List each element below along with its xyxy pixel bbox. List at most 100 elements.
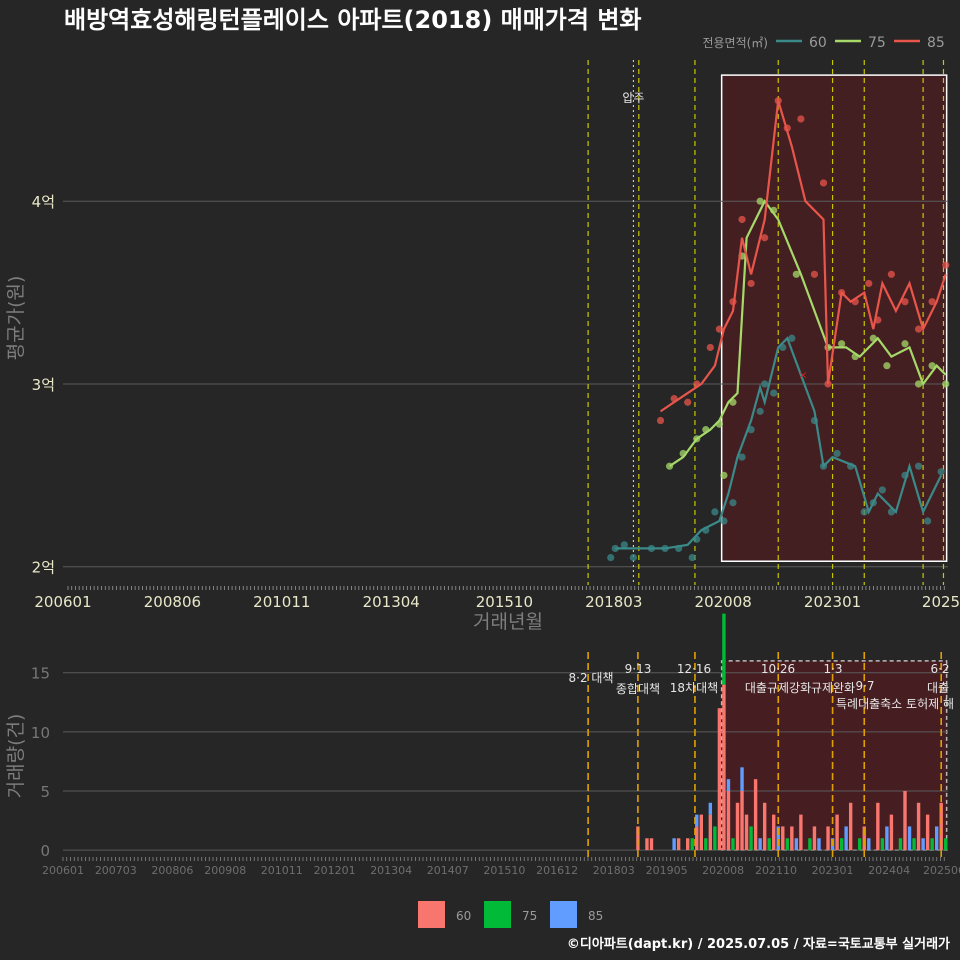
volume-y-tick-label: 5	[40, 783, 50, 801]
policy-date: 1·3	[823, 662, 842, 676]
point-60	[720, 517, 728, 525]
bar-60	[916, 802, 921, 851]
point-85	[819, 179, 828, 187]
bar-75	[880, 838, 885, 851]
bar-60	[889, 814, 894, 851]
volume-x-tick-label: 201612	[536, 864, 578, 877]
point-60	[914, 462, 923, 470]
point-60	[629, 553, 637, 562]
bar-60	[645, 838, 649, 851]
point-60	[756, 407, 764, 415]
bar-60	[717, 708, 722, 851]
credit-text: ©디아파트(dapt.kr) / 2025.07.05 / 자료=국토교통부 실…	[567, 936, 950, 952]
point-60	[729, 499, 737, 507]
bar-75	[839, 838, 844, 851]
bar-85	[708, 802, 713, 815]
point-60	[770, 389, 778, 397]
bar-60	[649, 838, 654, 851]
point-85	[887, 270, 896, 278]
point-85	[914, 325, 923, 333]
bar-60	[772, 814, 776, 851]
bar-60	[762, 802, 767, 851]
volume-x-tick-label: 201803	[593, 864, 635, 877]
legend-label-85: 85	[927, 35, 945, 51]
legend-title: 전용면적(㎡)	[702, 36, 768, 50]
point-60	[878, 486, 886, 494]
bar-60	[790, 826, 794, 851]
bar-85	[672, 838, 676, 851]
bar-85	[921, 838, 925, 851]
policy-label: 특례대출축소 토허제 해	[836, 697, 954, 711]
point-75	[838, 340, 846, 348]
bar-60	[781, 826, 785, 851]
bar-85	[726, 779, 731, 791]
chart-root: 배방역효성해링턴플레이스 아파트(2018) 매매가격 변화 전용면적(㎡) 60…	[0, 0, 960, 960]
point-85	[810, 270, 819, 278]
chart-title: 배방역효성해링턴플레이스 아파트(2018) 매매가격 변화	[64, 6, 641, 34]
point-85	[761, 234, 769, 242]
volume-x-tick-label: 202008	[702, 864, 744, 877]
point-60	[688, 553, 696, 562]
bar-75	[704, 838, 708, 851]
volume-y-tick-label: 10	[31, 724, 50, 742]
bar-60	[740, 790, 744, 851]
volume-legend-label-60: 60	[456, 909, 471, 923]
point-85	[747, 279, 755, 288]
bar-85	[907, 826, 912, 851]
volume-legend-label-75: 75	[522, 909, 537, 923]
volume-x-tick-label: 202301	[812, 864, 854, 877]
bar-60	[753, 779, 758, 851]
bar-85	[934, 826, 939, 851]
policy-label: 대출	[927, 681, 949, 695]
point-75	[883, 362, 891, 370]
policy-date: 12·16	[677, 662, 711, 676]
annotation-text: 압주	[622, 91, 644, 105]
volume-x-tick-label: 202110	[755, 864, 797, 877]
bar-60	[676, 838, 681, 851]
volume-x-tick-label: 201510	[483, 864, 525, 877]
point-85	[738, 215, 746, 224]
bar-75	[898, 838, 903, 851]
bar-60	[812, 826, 817, 851]
bar-75	[930, 838, 934, 851]
point-85	[865, 279, 873, 288]
legend-label-75: 75	[868, 35, 886, 51]
bar-60	[799, 814, 803, 851]
volume-y-tick-label: 15	[31, 665, 50, 683]
bar-60	[876, 802, 880, 851]
policy-label: 종합대책	[616, 681, 660, 696]
bar-60	[708, 814, 713, 851]
volume-x-tick-label: 200703	[95, 864, 137, 877]
volume-x-tick-label: 201201	[314, 864, 356, 877]
point-75	[901, 340, 909, 348]
point-60	[937, 468, 945, 476]
y-axis-title: 평균가(원)	[5, 276, 27, 361]
bar-75	[722, 613, 726, 685]
bar-75	[858, 838, 862, 851]
bar-60	[744, 814, 749, 851]
policy-date: 10·26	[761, 662, 795, 676]
bar-60	[826, 826, 830, 851]
volume-legend-label-85: 85	[588, 909, 603, 923]
volume-legend-key-75	[484, 901, 511, 928]
x-tick-label: 200806	[144, 593, 201, 611]
x-tick-label: 201304	[363, 593, 420, 611]
point-85	[706, 343, 714, 352]
bar-75	[731, 838, 735, 851]
point-60	[761, 380, 769, 388]
legend-label-60: 60	[809, 35, 827, 51]
volume-x-tick-label: 201407	[427, 864, 469, 877]
bar-60	[699, 814, 703, 851]
point-85	[684, 398, 692, 406]
volume-legend-key-60	[418, 901, 445, 928]
volume-y-axis-title: 거래량(건)	[5, 714, 27, 799]
volume-y-tick-label: 0	[40, 842, 50, 860]
x-tick-label: 202301	[804, 593, 861, 611]
chart-svg: 배방역효성해링턴플레이스 아파트(2018) 매매가격 변화 전용면적(㎡) 60…	[0, 0, 960, 960]
policy-date: 9·13	[625, 662, 652, 676]
bar-85	[794, 838, 799, 851]
volume-legend-key-85	[550, 901, 577, 928]
bar-85	[885, 826, 889, 851]
volume-x-tick-label: 201905	[646, 864, 688, 877]
point-85	[797, 115, 805, 123]
